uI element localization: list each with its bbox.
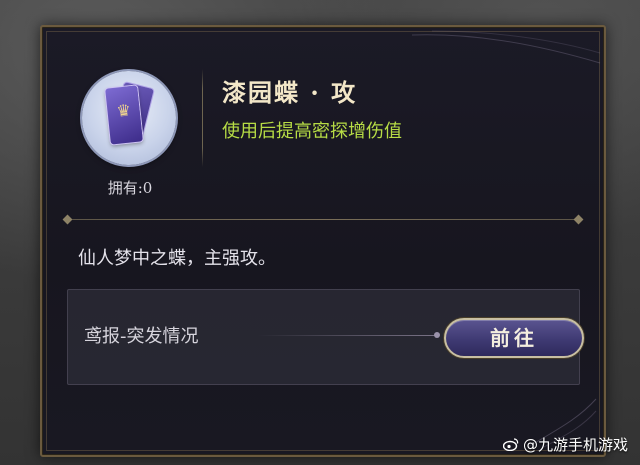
divider-left-diamond	[62, 214, 73, 225]
divider-line	[72, 219, 574, 220]
top-swirl-decoration	[412, 30, 601, 64]
item-icon-frame: ♛	[82, 71, 176, 165]
owned-count: 拥有:0	[107, 179, 153, 197]
source-row: 鸢报-突发情况 前往	[67, 289, 584, 385]
divider-right-diamond	[573, 214, 584, 225]
horizontal-divider	[62, 214, 584, 225]
purple-card-icon: ♛	[105, 85, 143, 145]
item-effect: 使用后提高密探增伤值	[222, 121, 402, 142]
source-connector-line	[258, 335, 438, 336]
vertical-divider	[202, 69, 203, 167]
source-label: 鸢报-突发情况	[84, 326, 199, 347]
weibo-logo-icon	[502, 438, 519, 451]
source-connector-dot	[434, 332, 440, 338]
item-title: 漆园蝶 · 攻	[222, 78, 358, 107]
watermark: @九游手机游戏	[502, 434, 628, 455]
item-description: 仙人梦中之蝶，主强攻。	[78, 248, 276, 269]
goto-button[interactable]: 前往	[444, 318, 584, 358]
watermark-text: @九游手机游戏	[522, 436, 628, 454]
item-detail-panel: ♛ 拥有:0 漆园蝶 · 攻 使用后提高密探增伤值 仙人梦中之蝶，主强攻。 鸢报…	[40, 25, 606, 457]
card-emblem-icon: ♛	[115, 100, 132, 121]
